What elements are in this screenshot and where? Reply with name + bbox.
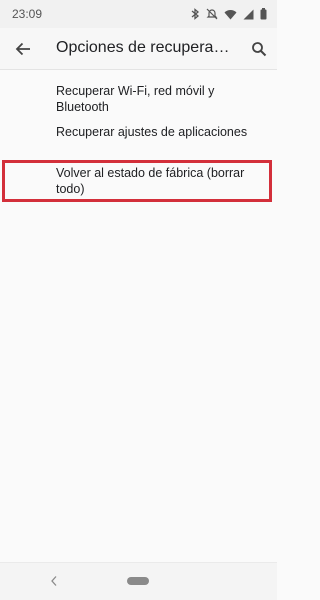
home-pill-icon[interactable] [127,577,149,585]
bluetooth-icon [191,8,200,20]
battery-icon [260,8,267,20]
list-item-label: Recuperar ajustes de aplicaciones [56,125,248,139]
signal-icon [243,9,254,20]
status-bar: 23:09 [0,0,277,28]
status-icons [191,8,267,20]
search-icon [252,42,267,57]
list-item-reset-network[interactable]: Recuperar Wi-Fi, red móvil y Bluetooth [0,70,277,114]
navigation-bar [0,562,277,600]
list-item-label: Recuperar Wi-Fi, red móvil y Bluetooth [56,84,215,114]
wifi-icon [224,9,237,20]
do-not-disturb-off-icon [206,8,218,20]
list-item-reset-app-preferences[interactable]: Recuperar ajustes de aplicaciones [0,112,277,154]
status-time: 23:09 [12,7,43,21]
app-bar: Opciones de recuperaci... [0,28,277,70]
search-button[interactable] [246,36,272,62]
back-button[interactable] [10,36,36,62]
arrow-back-icon [15,42,30,56]
page-title: Opciones de recuperaci... [56,39,236,56]
list-item-factory-reset[interactable]: Volver al estado de fábrica (borrar todo… [0,158,277,204]
nav-back-button[interactable] [47,573,61,589]
nav-back-icon [51,576,57,586]
list-item-label: Volver al estado de fábrica (borrar todo… [56,166,245,196]
